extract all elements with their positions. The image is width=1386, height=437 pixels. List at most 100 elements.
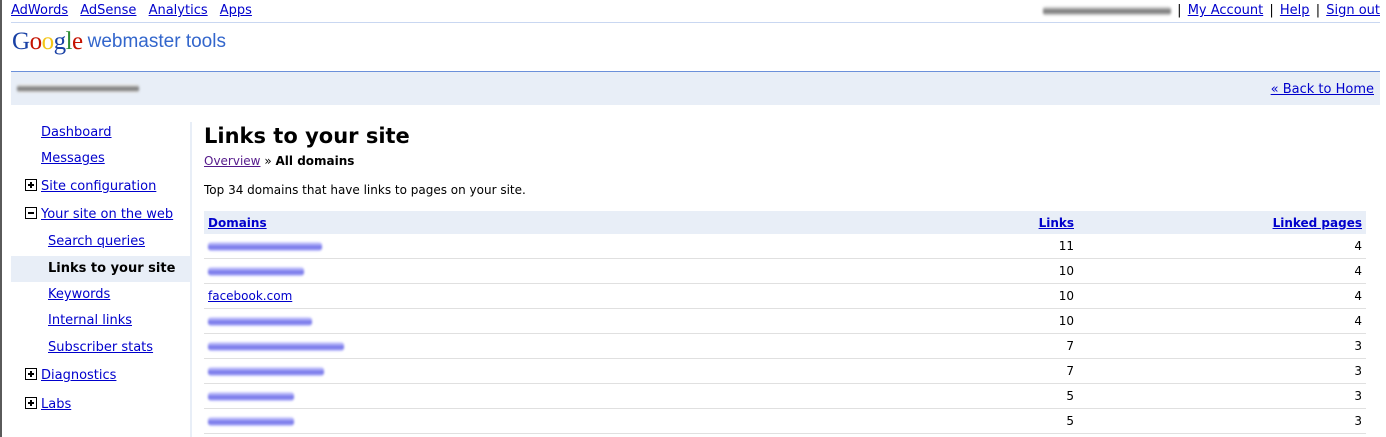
analytics-link[interactable]: Analytics bbox=[149, 3, 208, 18]
breadcrumb-current: All domains bbox=[275, 154, 355, 168]
sidebar-item-label[interactable]: Search queries bbox=[48, 234, 145, 249]
domain-cell[interactable] bbox=[204, 408, 370, 434]
top-divider bbox=[11, 22, 1380, 23]
domains-table: Domains Links Linked pages 11 4 10 4 fac… bbox=[204, 211, 1366, 434]
linked-pages-cell: 4 bbox=[1078, 308, 1366, 334]
logo-letter: e bbox=[72, 28, 83, 55]
sidebar-item-dashboard[interactable]: Dashboard bbox=[11, 120, 191, 146]
window-left-frame bbox=[0, 0, 2, 437]
page-title: Links to your site bbox=[204, 124, 410, 148]
sidebar-item-search-queries[interactable]: Search queries bbox=[11, 229, 191, 255]
linked-pages-cell: 3 bbox=[1078, 383, 1366, 409]
breadcrumb: Overview » All domains bbox=[204, 154, 1366, 168]
collapse-icon[interactable] bbox=[25, 207, 37, 219]
adwords-link[interactable]: AdWords bbox=[11, 3, 68, 18]
breadcrumb-separator: » bbox=[264, 154, 272, 168]
redacted-domain[interactable] bbox=[208, 417, 294, 426]
sidebar-item-site-configuration[interactable]: Site configuration bbox=[11, 174, 191, 200]
product-name: webmaster tools bbox=[87, 31, 226, 52]
separator: | bbox=[1177, 3, 1182, 18]
domain-cell[interactable] bbox=[204, 308, 370, 334]
domain-link[interactable]: facebook.com bbox=[208, 289, 292, 303]
sidebar-item-label[interactable]: Subscriber stats bbox=[48, 340, 153, 355]
table-row: 5 3 bbox=[204, 383, 1366, 409]
redacted-site-url bbox=[17, 84, 139, 93]
redacted-domain[interactable] bbox=[208, 342, 344, 351]
top-nav: AdWords AdSense Analytics Apps bbox=[11, 3, 260, 18]
sidebar-item-internal-links[interactable]: Internal links bbox=[11, 308, 191, 334]
site-bar: « Back to Home bbox=[11, 71, 1380, 105]
sidebar-item-label[interactable]: Keywords bbox=[48, 287, 110, 302]
logo-letter: G bbox=[12, 28, 30, 55]
domain-cell[interactable] bbox=[204, 234, 370, 259]
google-logo: Google bbox=[12, 28, 83, 55]
sidebar-item-labs[interactable]: Labs bbox=[11, 392, 191, 418]
table-row: 10 4 bbox=[204, 258, 1366, 284]
main-content: Links to your site Overview » All domain… bbox=[204, 122, 1366, 434]
logo-letter: g bbox=[53, 28, 67, 55]
domain-cell[interactable] bbox=[204, 383, 370, 409]
expand-icon[interactable] bbox=[25, 397, 37, 409]
sidebar-item-label[interactable]: Diagnostics bbox=[41, 368, 116, 383]
domain-cell[interactable] bbox=[204, 358, 370, 384]
sidebar-item-label[interactable]: Your site on the web bbox=[41, 207, 173, 222]
table-row: facebook.com 10 4 bbox=[204, 283, 1366, 309]
my-account-link[interactable]: My Account bbox=[1188, 3, 1264, 18]
links-cell: 10 bbox=[370, 283, 1078, 309]
domain-cell[interactable] bbox=[204, 333, 370, 359]
breadcrumb-overview-link[interactable]: Overview bbox=[204, 154, 261, 168]
links-cell: 7 bbox=[370, 333, 1078, 359]
redacted-domain[interactable] bbox=[208, 267, 304, 276]
apps-link[interactable]: Apps bbox=[220, 3, 252, 18]
logo[interactable]: Google webmaster tools bbox=[12, 28, 226, 56]
links-column-header: Links bbox=[370, 211, 1078, 234]
sidebar-item-label[interactable]: Internal links bbox=[48, 313, 132, 328]
linked-pages-cell: 4 bbox=[1078, 283, 1366, 309]
back-to-home-link[interactable]: « Back to Home bbox=[1271, 82, 1374, 97]
expand-icon[interactable] bbox=[25, 179, 37, 191]
redacted-domain[interactable] bbox=[208, 392, 294, 401]
links-cell: 11 bbox=[370, 234, 1078, 259]
expand-icon[interactable] bbox=[25, 368, 37, 380]
sidebar-item-label[interactable]: Dashboard bbox=[41, 125, 112, 140]
adsense-link[interactable]: AdSense bbox=[80, 3, 136, 18]
sidebar-item-label[interactable]: Site configuration bbox=[41, 179, 156, 194]
sidebar-item-label[interactable]: Labs bbox=[41, 397, 71, 412]
table-row: 7 3 bbox=[204, 358, 1366, 384]
links-cell: 7 bbox=[370, 358, 1078, 384]
sidebar-item-links-to-your-site[interactable]: Links to your site bbox=[11, 256, 191, 282]
sidebar-divider bbox=[190, 122, 192, 437]
help-link[interactable]: Help bbox=[1280, 3, 1310, 18]
domain-cell[interactable]: facebook.com bbox=[204, 283, 370, 309]
sort-links-link[interactable]: Links bbox=[1039, 216, 1074, 230]
redacted-domain[interactable] bbox=[208, 317, 312, 326]
linked-pages-cell: 4 bbox=[1078, 234, 1366, 259]
domain-cell[interactable] bbox=[204, 258, 370, 284]
redacted-domain[interactable] bbox=[208, 367, 324, 376]
sidebar-item-subscriber-stats[interactable]: Subscriber stats bbox=[11, 335, 191, 361]
separator: | bbox=[1269, 3, 1274, 18]
logo-letter: o bbox=[29, 28, 43, 55]
separator: | bbox=[1315, 3, 1321, 18]
sidebar-item-label: Links to your site bbox=[48, 261, 176, 276]
sidebar-item-keywords[interactable]: Keywords bbox=[11, 282, 191, 308]
page-description: Top 34 domains that have links to pages … bbox=[204, 183, 526, 197]
sign-out-link[interactable]: Sign out bbox=[1326, 3, 1380, 18]
redacted-domain[interactable] bbox=[208, 242, 322, 251]
sidebar-item-diagnostics[interactable]: Diagnostics bbox=[11, 363, 191, 389]
linked-pages-cell: 3 bbox=[1078, 358, 1366, 384]
sort-linked-pages-link[interactable]: Linked pages bbox=[1273, 216, 1362, 230]
sidebar-item-your-site-on-the-web[interactable]: Your site on the web bbox=[11, 202, 191, 228]
linked-pages-cell: 3 bbox=[1078, 408, 1366, 434]
logo-letter: o bbox=[41, 28, 55, 55]
account-nav: | My Account | Help | Sign out bbox=[1043, 3, 1380, 18]
table-header-row: Domains Links Linked pages bbox=[204, 211, 1366, 234]
sidebar-item-messages[interactable]: Messages bbox=[11, 146, 191, 172]
sidebar-item-label[interactable]: Messages bbox=[41, 151, 105, 166]
linked-pages-cell: 3 bbox=[1078, 333, 1366, 359]
sort-domains-link[interactable]: Domains bbox=[208, 216, 267, 230]
linked-pages-column-header: Linked pages bbox=[1078, 211, 1366, 234]
table-row: 7 3 bbox=[204, 333, 1366, 359]
links-cell: 10 bbox=[370, 308, 1078, 334]
links-cell: 5 bbox=[370, 383, 1078, 409]
